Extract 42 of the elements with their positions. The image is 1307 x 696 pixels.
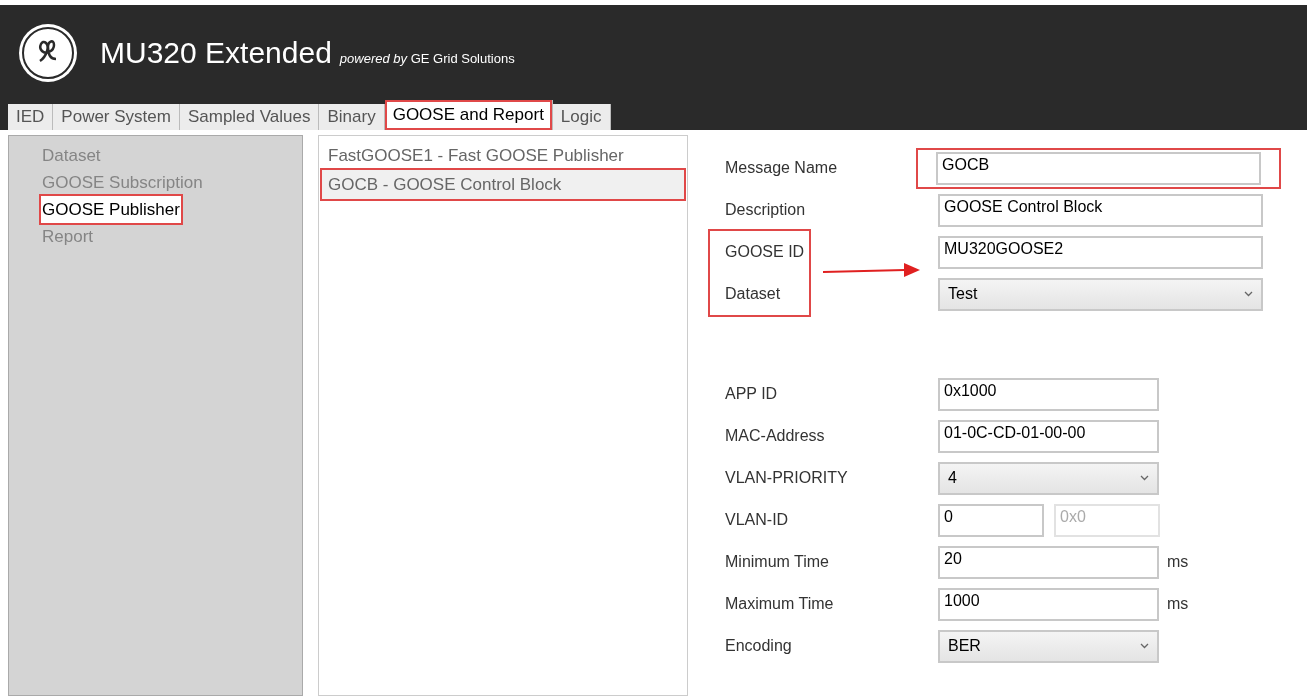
text-field[interactable]: 01-0C-CD-01-00-00 [938, 419, 1159, 453]
list-item[interactable]: GOCB - GOOSE Control Block [322, 170, 684, 199]
tab[interactable]: Logic [552, 104, 611, 130]
field-label: Message Name [725, 158, 839, 178]
text-field[interactable]: MU320GOOSE2 [938, 235, 1263, 269]
logo-icon [18, 22, 78, 83]
text-field[interactable]: 20 [938, 545, 1159, 579]
tab[interactable]: Sampled Values [179, 104, 320, 130]
field-label: GOOSE ID [725, 242, 806, 262]
chevron-down-icon [1140, 475, 1149, 481]
app-title: MU320 Extended [100, 35, 332, 71]
tab[interactable]: IED [8, 104, 54, 130]
chevron-down-icon [1140, 643, 1149, 649]
tab[interactable]: GOOSE and Report [384, 100, 553, 130]
chevron-down-icon [1244, 291, 1253, 297]
text-field[interactable]: 1000 [938, 587, 1159, 621]
field-label: Minimum Time [725, 552, 830, 572]
dropdown-value: Test [948, 284, 978, 304]
dropdown[interactable]: BER [938, 629, 1159, 663]
dropdown-value: BER [948, 636, 981, 656]
unit-label: ms [1167, 594, 1189, 614]
tab[interactable]: Power System [53, 104, 180, 130]
tab[interactable]: Binary [319, 104, 385, 130]
field-label: MAC-Address [725, 426, 826, 446]
sidebar-item[interactable]: GOOSE Publisher [41, 196, 181, 223]
list-item[interactable]: FastGOOSE1 - Fast GOOSE Publisher [322, 141, 684, 170]
field-label: Maximum Time [725, 594, 835, 614]
field-label: VLAN-PRIORITY [725, 468, 849, 488]
text-field[interactable]: 0x1000 [938, 377, 1159, 411]
app-subtitle: powered by GE Grid Solutions [339, 50, 515, 68]
dropdown[interactable]: Test [938, 277, 1263, 311]
field-label: VLAN-ID [725, 510, 790, 530]
field-label: Description [725, 200, 807, 220]
field-label: Encoding [725, 636, 793, 656]
text-field[interactable]: 0 [938, 503, 1044, 537]
dropdown[interactable]: 4 [938, 461, 1159, 495]
field-label: APP ID [725, 384, 779, 404]
text-field[interactable]: GOOSE Control Block [938, 193, 1263, 227]
dropdown-value: 4 [948, 468, 957, 488]
field-label: Dataset [725, 284, 782, 304]
text-field[interactable]: GOCB [936, 151, 1261, 185]
unit-label: ms [1167, 552, 1189, 572]
